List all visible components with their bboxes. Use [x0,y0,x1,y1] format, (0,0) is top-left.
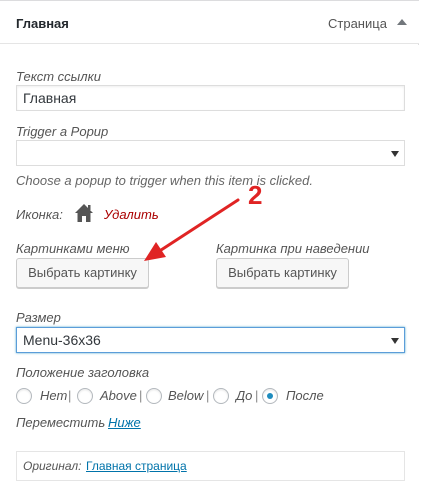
original-box: Оригинал: Главная страница [16,451,405,481]
select-menu-image-button[interactable]: Выбрать картинку [16,258,149,288]
annotation-number: 2 [248,180,263,210]
option-separator: | [206,388,210,403]
original-label: Оригинал: [23,459,82,473]
size-value: Menu-36x36 [23,332,101,348]
move-down-link[interactable]: Ниже [108,415,141,430]
popup-trigger-select[interactable] [16,140,405,166]
dropdown-caret-icon [391,151,399,157]
title-position-option-after[interactable]: После [286,388,324,403]
menu-item-type: Страница [328,16,387,31]
collapse-arrow-icon[interactable] [397,19,407,25]
option-separator: | [139,388,143,403]
size-label: Размер [16,310,61,325]
title-position-radio-after[interactable] [262,388,278,404]
title-position-radio-above[interactable] [77,388,93,404]
menu-item-title: Главная [16,16,69,31]
menu-image-label: Картинками меню [16,241,130,256]
move-label: Переместить [16,415,106,430]
menu-item-settings: Текст ссылки Главная Trigger a Popup Cho… [0,45,419,491]
title-position-radio-before[interactable] [213,388,229,404]
title-position-option-below[interactable]: Below [168,388,203,403]
size-select[interactable]: Menu-36x36 [16,327,405,353]
title-position-label: Положение заголовка [16,365,150,380]
option-separator: | [68,388,72,403]
title-position-option-none[interactable]: Нет [40,388,67,403]
home-icon [75,204,93,222]
link-text-label: Текст ссылки [16,69,101,84]
popup-trigger-label: Trigger a Popup [16,124,109,139]
title-position-radio-none[interactable] [16,388,32,404]
link-text-input[interactable]: Главная [16,85,405,111]
title-position-option-before[interactable]: До [236,388,252,403]
annotation-arrow-icon [144,198,240,261]
dropdown-caret-icon [391,338,399,344]
original-link[interactable]: Главная страница [86,459,187,473]
menu-item-header[interactable]: Главная Страница [0,1,419,44]
option-separator: | [255,388,259,403]
title-position-option-above[interactable]: Above [100,388,137,403]
popup-trigger-description: Choose a popup to trigger when this item… [16,173,313,188]
title-position-radio-below[interactable] [146,388,162,404]
icon-label: Иконка: [16,207,63,222]
